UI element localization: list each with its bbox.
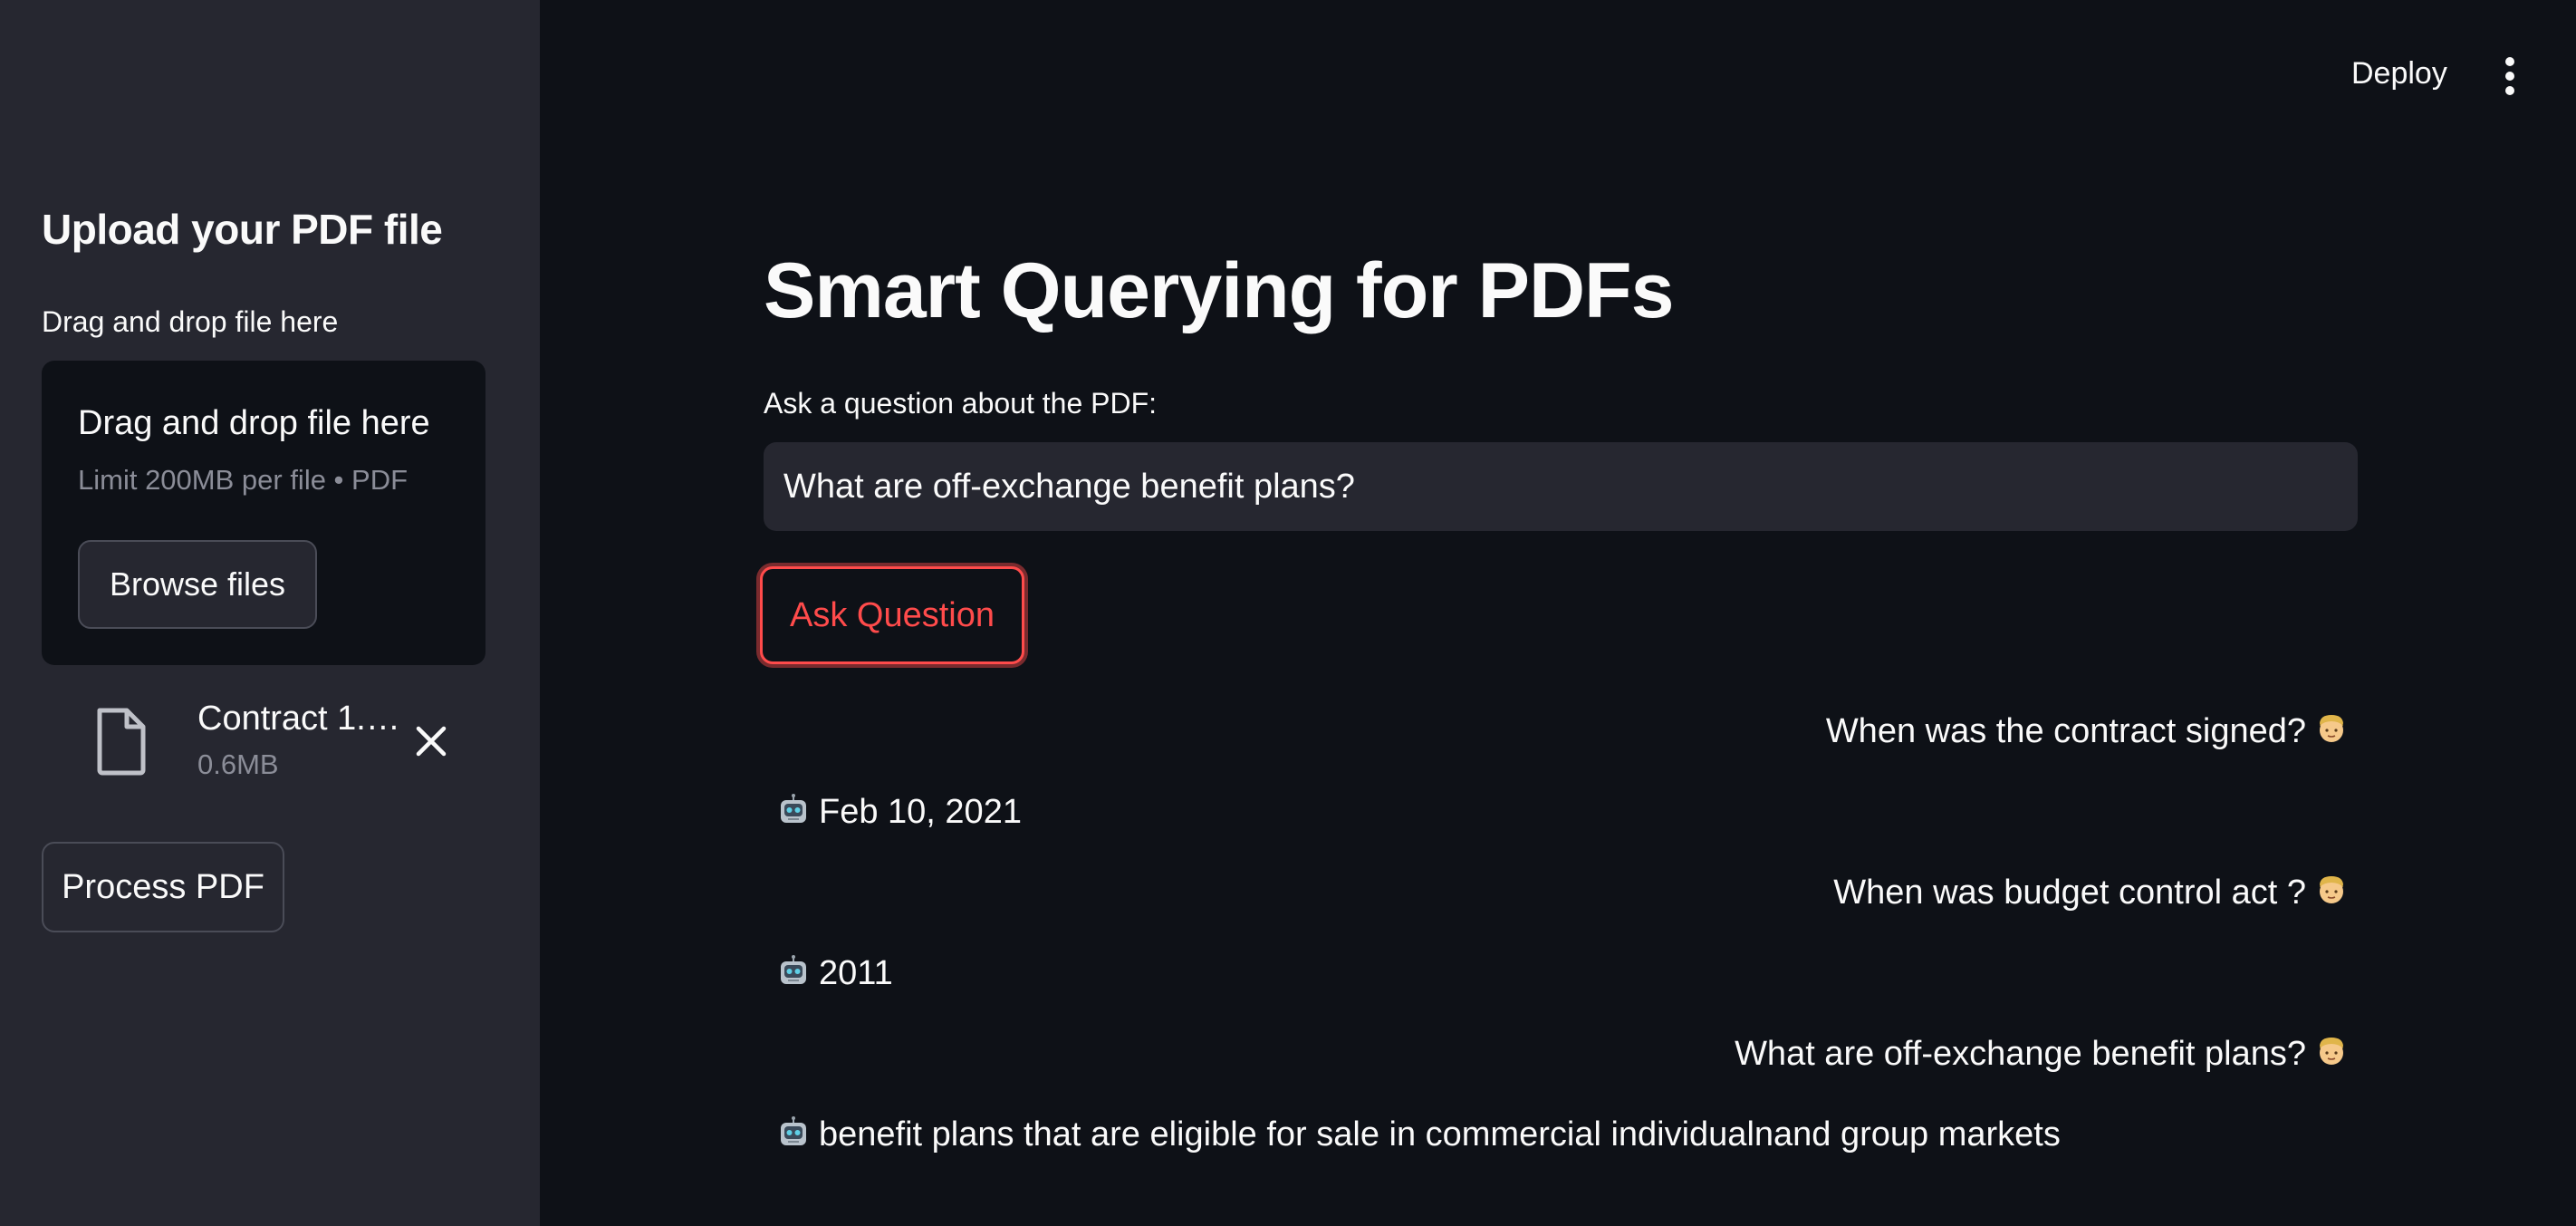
page-title: Smart Querying for PDFs xyxy=(764,247,1674,334)
user-emoji-icon xyxy=(2320,715,2343,742)
bot-message: Feb 10, 2021 xyxy=(777,793,1022,832)
process-pdf-button[interactable]: Process PDF xyxy=(42,842,284,932)
file-name: Contract 1.… xyxy=(197,700,400,738)
user-message-text: What are off-exchange benefit plans? xyxy=(1735,1035,2306,1073)
browse-files-button[interactable]: Browse files xyxy=(78,540,317,629)
user-message: What are off-exchange benefit plans? xyxy=(1735,1035,2348,1074)
robot-emoji-icon xyxy=(781,794,806,823)
user-message: When was budget control act ? xyxy=(1833,874,2348,912)
uploaded-file: Contract 1.… 0.6MB xyxy=(42,689,485,797)
more-vertical-icon[interactable] xyxy=(2496,56,2523,96)
question-label: Ask a question about the PDF: xyxy=(764,387,1158,420)
bot-message-text: benefit plans that are eligible for sale… xyxy=(819,1115,2061,1154)
bot-message: 2011 xyxy=(777,954,893,993)
uploader-label: Drag and drop file here xyxy=(42,305,339,338)
user-message-text: When was budget control act ? xyxy=(1833,874,2306,912)
dropzone-title: Drag and drop file here xyxy=(78,404,430,442)
bot-message-text: Feb 10, 2021 xyxy=(819,793,1022,831)
deploy-button[interactable]: Deploy xyxy=(2351,56,2447,92)
sidebar-title: Upload your PDF file xyxy=(42,206,443,253)
bot-message: benefit plans that are eligible for sale… xyxy=(777,1115,2061,1154)
file-size: 0.6MB xyxy=(197,748,279,780)
file-dropzone[interactable]: Drag and drop file here Limit 200MB per … xyxy=(42,361,485,665)
dropzone-limit: Limit 200MB per file • PDF xyxy=(78,464,409,496)
question-input[interactable] xyxy=(764,442,2358,531)
ask-question-button[interactable]: Ask Question xyxy=(760,566,1024,664)
app: Upload your PDF file Drag and drop file … xyxy=(0,0,2576,1226)
file-icon xyxy=(97,708,146,776)
robot-emoji-icon xyxy=(781,955,806,984)
robot-emoji-icon xyxy=(781,1116,806,1145)
user-emoji-icon xyxy=(2320,876,2343,903)
sidebar: Upload your PDF file Drag and drop file … xyxy=(0,0,540,1226)
user-message: When was the contract signed? xyxy=(1826,712,2348,751)
close-icon[interactable] xyxy=(404,714,458,768)
user-emoji-icon xyxy=(2320,1038,2343,1065)
user-message-text: When was the contract signed? xyxy=(1825,712,2306,750)
bot-message-text: 2011 xyxy=(819,954,893,992)
